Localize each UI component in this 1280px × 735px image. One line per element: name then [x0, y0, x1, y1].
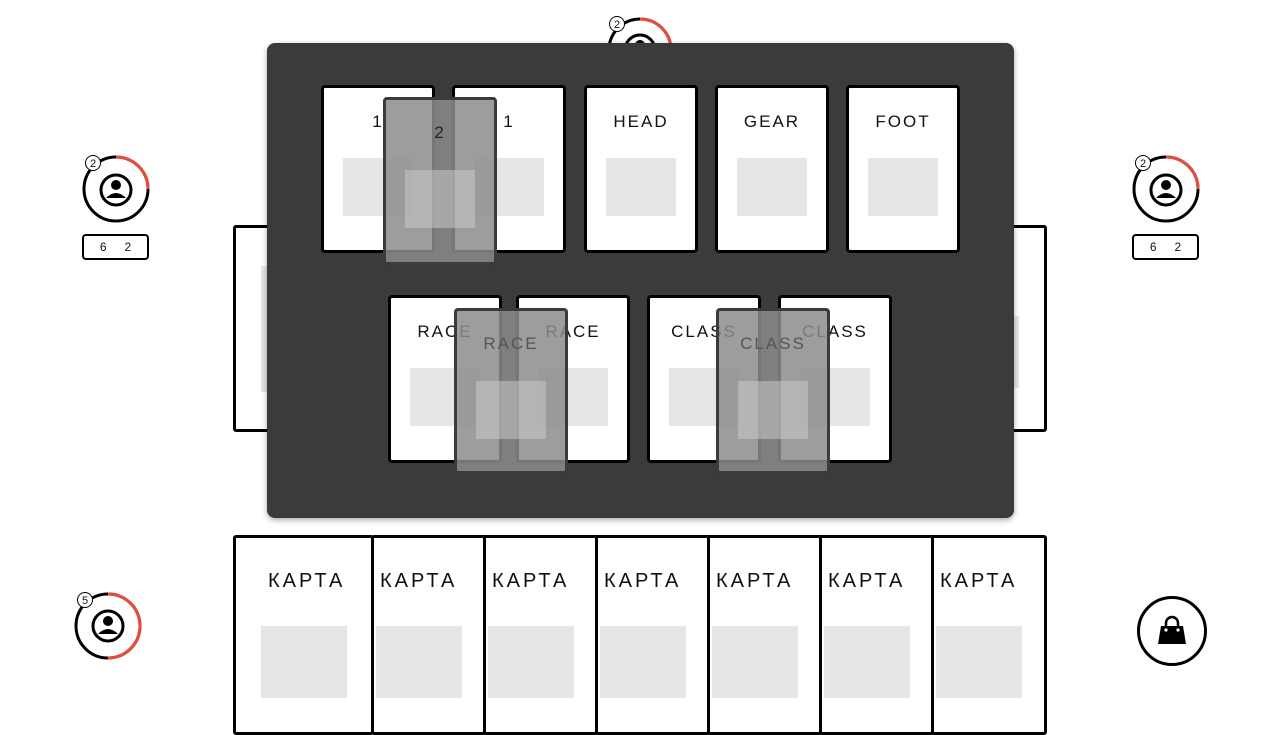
card-art-placeholder: [476, 381, 546, 439]
card-title: КАРТА: [828, 570, 906, 592]
level-badge: 5: [77, 592, 93, 608]
stat-value: 2: [1174, 240, 1182, 254]
card-title: КАРТА: [604, 570, 682, 592]
slot-label: RACE: [483, 334, 539, 353]
card-title: КАРТА: [716, 570, 794, 592]
shopping-bag-icon: [1158, 615, 1186, 644]
hand-card[interactable]: КАРТА: [371, 535, 487, 735]
card-art-placeholder: [712, 626, 798, 698]
level-badge: 2: [1135, 155, 1151, 171]
shop-button[interactable]: [1137, 596, 1207, 666]
card-art-placeholder: [824, 626, 910, 698]
hand-card[interactable]: КАРТА: [233, 535, 374, 735]
card-art-placeholder: [936, 626, 1022, 698]
slot-label: FOOT: [875, 112, 931, 131]
left-player-stats: 6 2: [82, 234, 149, 260]
level-badge: 2: [85, 155, 101, 171]
hand-card[interactable]: КАРТА: [707, 535, 823, 735]
stat-value: 6: [99, 240, 107, 254]
hand-card[interactable]: КАРТА: [483, 535, 599, 735]
slot-label: HEAD: [613, 112, 669, 131]
class-combo-overlay[interactable]: CLASS: [716, 308, 830, 474]
card-title: КАРТА: [492, 570, 570, 592]
card-art-placeholder: [738, 381, 808, 439]
right-player-stats: 6 2: [1132, 234, 1199, 260]
hand-card[interactable]: КАРТА: [931, 535, 1047, 735]
slot-label: CLASS: [740, 334, 806, 353]
card-art-placeholder: [376, 626, 462, 698]
equip-slot-foot[interactable]: FOOT: [846, 85, 960, 253]
slot-label: GEAR: [743, 112, 801, 131]
left-player-avatar[interactable]: 2: [82, 155, 150, 223]
two-hand-slot-overlay[interactable]: 2: [383, 97, 497, 265]
race-combo-overlay[interactable]: RACE: [454, 308, 568, 474]
card-art-placeholder: [606, 158, 676, 216]
card-art-placeholder: [261, 626, 347, 698]
card-title: КАРТА: [380, 570, 458, 592]
equipment-modal: 1 1 HEAD GEAR FOOT 2 RACE RACE CLASS CLA…: [267, 43, 1014, 518]
card-title: КАРТА: [268, 570, 346, 592]
slot-label: 2: [434, 123, 446, 142]
stat-value: 6: [1149, 240, 1157, 254]
hand-card[interactable]: КАРТА: [819, 535, 935, 735]
card-art-placeholder: [600, 626, 686, 698]
level-badge: 2: [609, 16, 625, 32]
card-art-placeholder: [488, 626, 574, 698]
stat-value: 2: [124, 240, 132, 254]
card-art-placeholder: [868, 158, 938, 216]
right-player-avatar[interactable]: 2: [1132, 155, 1200, 223]
equip-slot-head[interactable]: HEAD: [584, 85, 698, 253]
equip-slot-gear[interactable]: GEAR: [715, 85, 829, 253]
card-title: КАРТА: [940, 570, 1018, 592]
card-art-placeholder: [405, 170, 475, 228]
my-player-avatar[interactable]: 5: [74, 592, 142, 660]
hand-card[interactable]: КАРТА: [595, 535, 711, 735]
card-art-placeholder: [737, 158, 807, 216]
